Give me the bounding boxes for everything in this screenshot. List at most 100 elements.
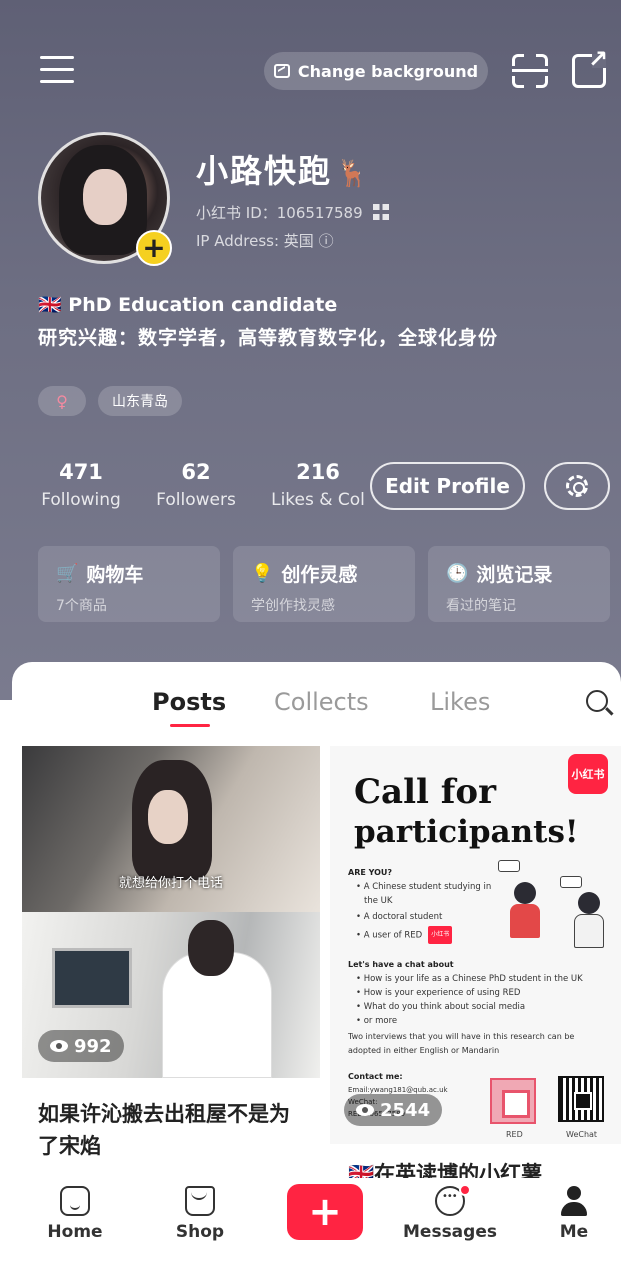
nickname: 小路快跑 🦌 <box>196 146 370 192</box>
menu-icon-line <box>40 68 74 71</box>
post-card[interactable]: 小红书 Call for participants! ARE YOU? • A … <box>330 746 621 1186</box>
search-icon[interactable] <box>586 690 608 712</box>
eye-icon <box>356 1104 374 1116</box>
following-stat[interactable]: 471 Following <box>38 460 124 510</box>
card-subtitle: 学创作找灵感 <box>251 598 335 614</box>
qr-code-icon[interactable] <box>373 204 390 220</box>
poster-image: 小红书 Call for participants! ARE YOU? • A … <box>330 746 621 1144</box>
interview-illustration <box>496 856 614 956</box>
shop-icon <box>185 1186 215 1216</box>
poster-bullet: • A doctoral student <box>356 912 443 922</box>
deer-emoji: 🦌 <box>336 159 371 189</box>
tab-posts[interactable]: Posts <box>152 688 226 716</box>
poster-interviews-line1: Two interviews that you will have in thi… <box>348 1032 575 1041</box>
tab-collects[interactable]: Collects <box>274 688 369 716</box>
followers-label: Followers <box>156 490 236 510</box>
post-title: 如果许沁搬去出租屋不是为了宋焰 <box>38 1102 290 1158</box>
clock-icon: 🕒 <box>446 563 469 584</box>
poster-interviews-line2: adopted in either English or Mandarin <box>348 1046 500 1055</box>
post-card[interactable]: 就想给你打个电话 992 如果许沁搬去出租屋不是为了宋焰 <box>22 746 320 1186</box>
followers-stat[interactable]: 62 Followers <box>152 460 240 510</box>
bottom-navigation: Home Shop + Messages Me <box>0 1178 621 1279</box>
history-card[interactable]: 🕒 浏览记录 看过的笔记 <box>428 546 610 622</box>
mini-red-logo: 小红书 <box>428 926 453 944</box>
nav-me-label: Me <box>559 1222 589 1242</box>
poster-chat-heading: Let's have a chat about <box>348 960 454 969</box>
poster-bullet: the UK <box>364 896 393 906</box>
eye-icon <box>50 1040 68 1052</box>
xiaohongshu-logo: 小红书 <box>568 754 608 794</box>
nav-messages[interactable]: Messages <box>400 1184 500 1242</box>
red-id[interactable]: 小红书 ID：106517589 <box>196 202 390 223</box>
card-title: 购物车 <box>86 564 144 586</box>
gender-tag: ♀ <box>38 386 86 416</box>
top-bar: Change background <box>0 45 621 92</box>
nav-home[interactable]: Home <box>25 1186 125 1242</box>
poster-bullet: • How is your life as a Chinese PhD stud… <box>356 974 583 984</box>
poster-bullet-text: • A user of RED <box>356 930 423 941</box>
poster-contact-heading: Contact me: <box>348 1072 403 1081</box>
red-qr-code <box>490 1078 536 1124</box>
location-tag: 山东青岛 <box>98 386 182 416</box>
nav-shop[interactable]: Shop <box>150 1186 250 1242</box>
change-background-label: Change background <box>297 61 479 81</box>
view-count-badge: 992 <box>38 1030 124 1062</box>
home-icon <box>60 1186 90 1216</box>
poster-bullet: • A user of RED 小红书 <box>356 926 453 944</box>
menu-button[interactable] <box>40 56 74 86</box>
nav-home-label: Home <box>47 1222 103 1242</box>
profile-header: Change background + 小路快跑🦌 小红书 ID：1065175… <box>0 0 621 700</box>
following-count: 471 <box>59 460 103 484</box>
change-background-button[interactable]: Change background <box>264 52 488 90</box>
edit-profile-button[interactable]: Edit Profile <box>370 462 525 510</box>
menu-icon-line <box>40 80 74 83</box>
wechat-qr-code <box>558 1076 604 1122</box>
notification-dot <box>459 1184 471 1196</box>
qr-label-wechat: WeChat <box>566 1130 598 1139</box>
person-icon <box>559 1186 589 1216</box>
settings-button[interactable] <box>544 462 610 510</box>
shopping-cart-card[interactable]: 🛒 购物车 7个商品 <box>38 546 220 622</box>
create-post-button[interactable]: + <box>287 1184 363 1240</box>
tab-likes[interactable]: Likes <box>430 688 490 716</box>
poster-bullet: • How is your experience of using RED <box>356 988 521 998</box>
red-id-text: 小红书 ID：106517589 <box>196 204 363 222</box>
view-count: 2544 <box>380 1099 431 1121</box>
card-title: 创作灵感 <box>281 564 358 586</box>
poster-title-line2: participants! <box>354 814 579 850</box>
nav-shop-label: Shop <box>175 1222 225 1242</box>
view-count: 992 <box>74 1035 112 1057</box>
scan-icon[interactable] <box>512 54 548 88</box>
gear-icon <box>566 475 588 497</box>
nav-me[interactable]: Me <box>524 1186 621 1242</box>
card-title: 浏览记录 <box>476 564 553 586</box>
image-caption: 就想给你打个电话 <box>118 876 223 891</box>
poster-are-you: ARE YOU? <box>348 868 393 877</box>
likes-label: Likes & Col <box>271 490 365 510</box>
poster-bullet: • A Chinese student studying in <box>356 882 492 892</box>
poster-bullet: • or more <box>356 1016 398 1026</box>
menu-icon-line <box>40 56 74 59</box>
likes-count: 216 <box>296 460 340 484</box>
image-icon <box>273 64 290 78</box>
poster-bullet: • What do you think about social media <box>356 1002 526 1012</box>
message-icon <box>435 1184 471 1216</box>
nav-messages-label: Messages <box>403 1222 497 1242</box>
cart-icon: 🛒 <box>56 563 79 584</box>
share-icon[interactable] <box>572 45 608 88</box>
nickname-text: 小路快跑 <box>196 152 333 190</box>
add-avatar-button[interactable]: + <box>136 230 172 266</box>
following-label: Following <box>41 490 121 510</box>
likes-stat[interactable]: 216 Likes & Col <box>266 460 370 510</box>
followers-count: 62 <box>181 460 211 484</box>
qr-label-red: RED <box>506 1130 523 1139</box>
bio-line-2: 研究兴趣：数字学者，高等教育数字化，全球化身份 <box>38 327 499 349</box>
active-tab-indicator <box>170 724 210 727</box>
lightbulb-icon: 💡 <box>251 563 274 584</box>
bio-line-1: 🇬🇧 PhD Education candidate <box>38 294 338 316</box>
view-count-badge: 2544 <box>344 1094 443 1126</box>
inspiration-card[interactable]: 💡 创作灵感 学创作找灵感 <box>233 546 415 622</box>
ip-address: IP Address: 英国 ⓘ <box>196 232 334 250</box>
card-subtitle: 看过的笔记 <box>446 598 516 614</box>
post-image-top: 就想给你打个电话 <box>22 746 320 912</box>
